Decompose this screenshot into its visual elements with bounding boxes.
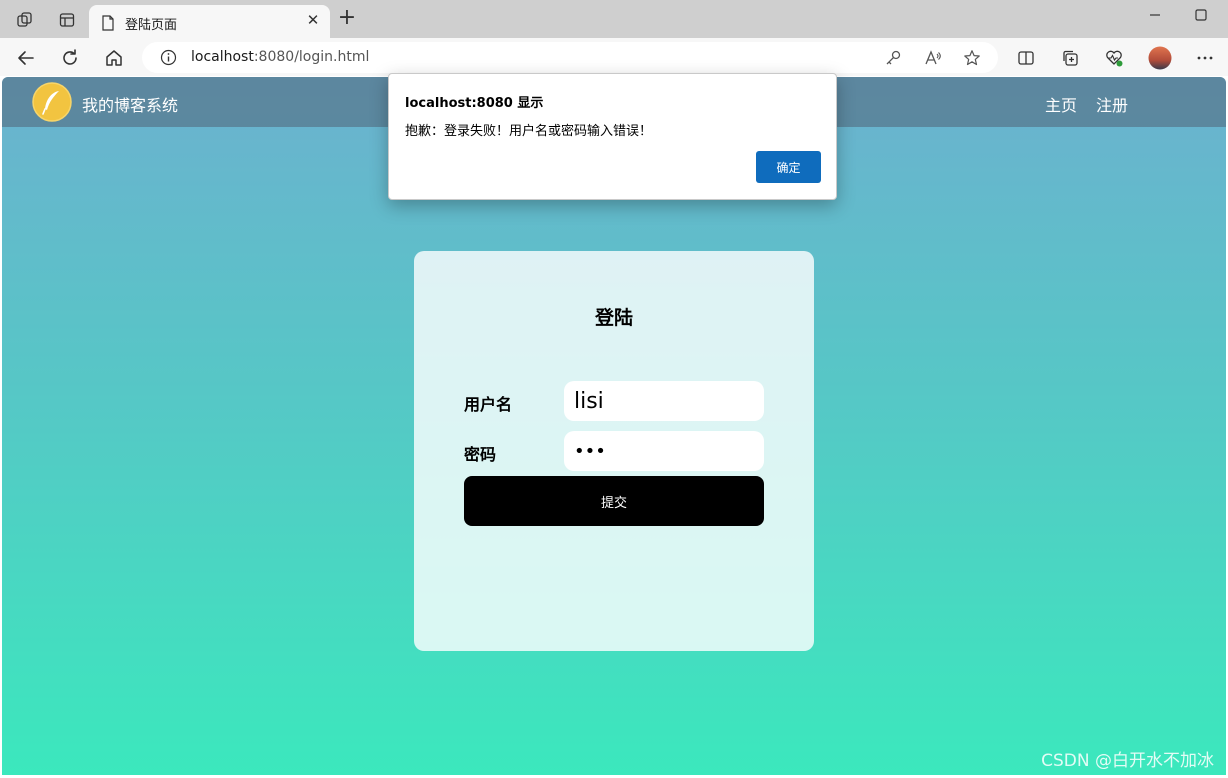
workspaces-icon[interactable] — [14, 9, 36, 31]
nav-home-link[interactable]: 主页 — [1045, 92, 1077, 116]
new-tab-icon[interactable]: + — [336, 7, 358, 30]
password-input[interactable]: ••• — [564, 431, 764, 471]
username-label: 用户名 — [464, 395, 513, 414]
close-tab-icon[interactable]: ✕ — [306, 13, 320, 28]
home-icon[interactable] — [102, 46, 126, 70]
split-screen-icon[interactable] — [1014, 46, 1038, 70]
login-card: 登陆 用户名 lisi 密码 ••• 提交 — [414, 251, 814, 651]
browser-essentials-icon[interactable] — [1102, 46, 1126, 70]
read-aloud-icon[interactable] — [924, 49, 942, 67]
site-title: 我的博客系统 — [82, 96, 179, 115]
nav-register-link[interactable]: 注册 — [1096, 92, 1128, 116]
browser-tab-active[interactable]: 登陆页面 ✕ — [89, 5, 330, 39]
watermark-text: CSDN @白开水不加冰 — [1041, 751, 1214, 771]
alert-message: 抱歉：登录失败！用户名或密码输入错误！ — [405, 124, 653, 139]
favorite-star-icon[interactable] — [963, 49, 981, 67]
key-icon[interactable] — [884, 49, 902, 67]
address-bar[interactable]: localhost:8080/login.html — [142, 42, 998, 73]
url-text[interactable]: localhost:8080/login.html — [191, 49, 369, 65]
alert-dialog: localhost:8080 显示 抱歉：登录失败！用户名或密码输入错误！ 确定 — [388, 73, 837, 200]
page-icon — [102, 15, 114, 31]
password-label: 密码 — [464, 445, 497, 464]
browser-toolbar: localhost:8080/login.html — [0, 38, 1228, 76]
maximize-icon[interactable] — [1192, 6, 1210, 24]
alert-ok-button[interactable]: 确定 — [756, 151, 821, 183]
back-icon[interactable] — [14, 46, 38, 70]
collections-icon[interactable] — [1058, 46, 1082, 70]
refresh-icon[interactable] — [58, 46, 82, 70]
tab-actions-icon[interactable] — [56, 9, 78, 31]
minimize-icon[interactable] — [1146, 8, 1164, 22]
alert-title: localhost:8080 显示 — [405, 96, 544, 111]
profile-avatar[interactable] — [1148, 46, 1172, 70]
submit-button[interactable]: 提交 — [464, 476, 764, 526]
username-input[interactable]: lisi — [564, 381, 764, 421]
more-options-icon[interactable] — [1193, 46, 1217, 70]
site-info-icon[interactable] — [160, 49, 177, 66]
login-heading: 登陆 — [594, 307, 633, 329]
tab-title: 登陆页面 — [125, 18, 178, 33]
browser-tab-bar: 登陆页面 ✕ + — [0, 0, 1228, 39]
blog-logo-icon — [32, 82, 72, 122]
